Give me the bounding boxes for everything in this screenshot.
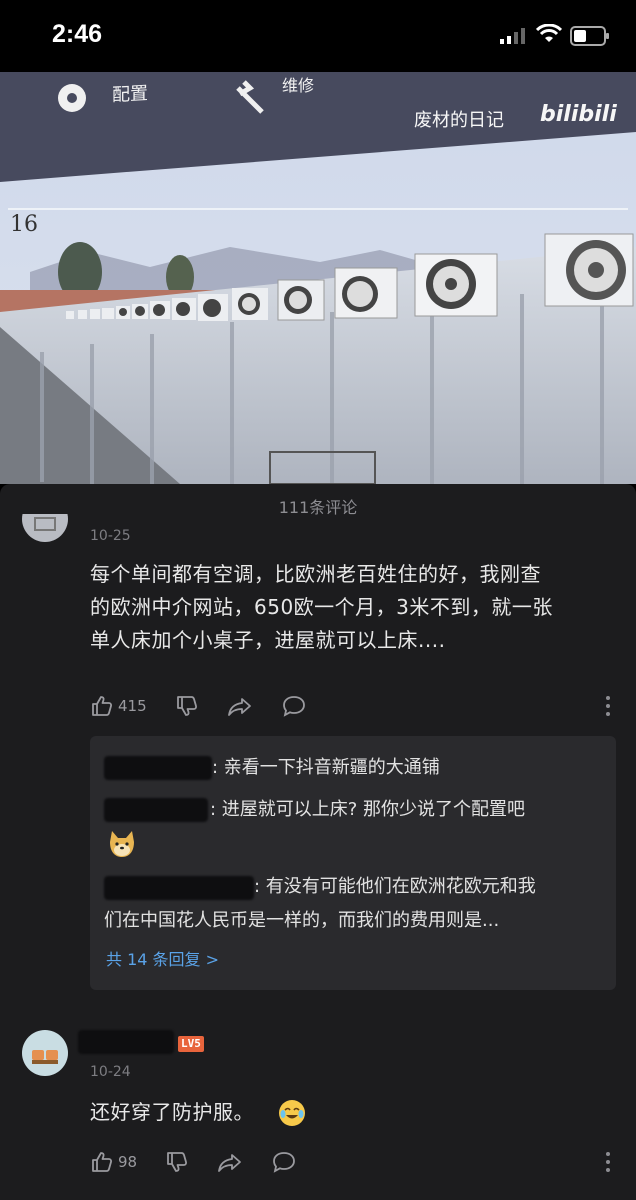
like-count: 415 xyxy=(118,697,147,715)
redacted-username xyxy=(104,876,254,900)
wifi-icon xyxy=(535,23,563,48)
dislike-button[interactable] xyxy=(175,694,199,718)
thumbs-down-icon xyxy=(176,696,197,716)
comment-text-line: 的欧洲中介网站，650欧一个月，3米不到，就一张 xyxy=(90,595,553,619)
share-button[interactable] xyxy=(227,694,253,718)
status-time: 2:46 xyxy=(52,20,103,48)
redacted-username xyxy=(104,798,208,822)
doge-emoji-icon xyxy=(106,828,138,864)
comment-actions: 415 xyxy=(90,692,335,720)
comment-date: 10-24 xyxy=(90,1064,131,1080)
video-watermark: 废材的日记 xyxy=(414,110,504,131)
thumbs-up-icon xyxy=(92,1152,113,1172)
reply-button[interactable] xyxy=(281,694,307,718)
share-icon xyxy=(227,698,251,716)
redacted-username xyxy=(104,756,212,780)
comment-bubble-icon xyxy=(273,1152,295,1173)
crying-laughing-emoji-icon xyxy=(278,1099,306,1131)
battery-icon xyxy=(570,26,610,50)
level-badge: LV5 xyxy=(178,1036,204,1052)
redacted-username xyxy=(78,1030,174,1054)
comment-bubble-icon xyxy=(282,696,305,717)
thumbs-up-icon xyxy=(92,696,113,716)
camera-number: 16 xyxy=(10,212,38,237)
like-button[interactable]: 98 xyxy=(90,1150,137,1174)
video-frame xyxy=(0,72,636,484)
reply-button[interactable] xyxy=(271,1150,297,1174)
comment-text-line: 每个单间都有空调，比欧洲老百姓住的好，我刚查 xyxy=(90,562,541,586)
view-more-replies-link[interactable]: 共 14 条回复 > xyxy=(106,946,219,970)
comment-text: 每个单间都有空调，比欧洲老百姓住的好，我刚查 的欧洲中介网站，650欧一个月，3… xyxy=(90,558,610,657)
comment-text-line: 单人床加个小桌子，进屋就可以上床.... xyxy=(90,628,446,652)
dislike-button[interactable] xyxy=(165,1150,189,1174)
reply-text-line: : 有没有可能他们在欧洲花欧元和我 xyxy=(254,876,536,897)
comment-date: 10-25 xyxy=(90,528,131,544)
toolbar-comment-label: 维修 xyxy=(282,76,315,95)
thumbs-down-icon xyxy=(167,1152,188,1172)
share-icon xyxy=(218,1154,241,1172)
bilibili-logo: bilibili xyxy=(540,102,617,127)
avatar[interactable] xyxy=(22,1030,68,1076)
reply-text: : 有没有可能他们在欧洲花欧元和我 xyxy=(254,872,604,902)
status-bar: 2:46 xyxy=(0,0,636,72)
comment-actions: 98 xyxy=(90,1148,325,1176)
reply-text-line: 们在中国花人民币是一样的，而我们的费用则是... xyxy=(104,910,500,931)
reply-text: : 进屋就可以上床? 那你少说了个配置吧 xyxy=(210,799,526,820)
like-button[interactable]: 415 xyxy=(90,694,147,718)
more-options-icon[interactable] xyxy=(604,694,612,722)
reply-text: : 亲看一下抖音新疆的大通铺 xyxy=(212,757,440,778)
video-player[interactable]: 配置 维修 16 废材的日记 bilibili xyxy=(0,72,636,484)
toolbar-config-label: 配置 xyxy=(112,83,148,106)
comments-count: 111条评论 xyxy=(278,498,358,517)
cellular-signal-icon xyxy=(500,28,528,48)
more-options-icon[interactable] xyxy=(604,1150,612,1178)
like-count: 98 xyxy=(118,1153,138,1171)
comment-text: 还好穿了防护服。 xyxy=(90,1100,254,1124)
share-button[interactable] xyxy=(217,1150,243,1174)
